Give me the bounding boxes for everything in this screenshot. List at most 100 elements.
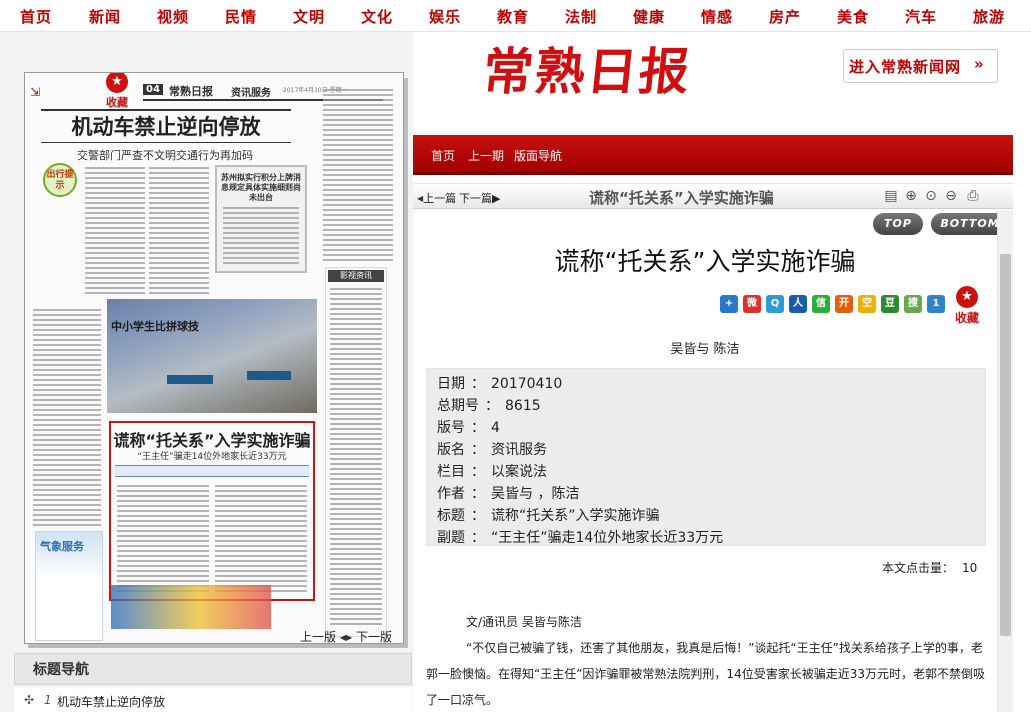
topnav-item-news[interactable]: 新闻 — [89, 6, 121, 27]
kaixin-icon[interactable]: 开 — [835, 295, 853, 313]
paper-inner-box[interactable]: 苏州拟实行积分上牌消息规定具体实施细则尚未出台 — [215, 165, 307, 273]
weibo-icon[interactable]: 微 — [743, 295, 761, 313]
meta-row-author: 作者 ： 吴皆与 ，陈洁 — [437, 483, 579, 503]
topnav-item-public-opinion[interactable]: 民情 — [225, 6, 257, 27]
top-navigation: 首页 新闻 视频 民情 文明 文化 娱乐 教育 法制 健康 情感 房产 美食 汽… — [0, 0, 1031, 32]
scroll-top-button[interactable]: TOP — [873, 213, 923, 235]
paper-ad-block[interactable]: 气象服务 — [35, 531, 103, 641]
paper-photo[interactable]: 中小学生比拼球技 — [107, 299, 317, 413]
meta-value: 以案说法 — [491, 464, 547, 480]
topnav-item-video[interactable]: 视频 — [157, 6, 189, 27]
prev-article-link[interactable]: ◀上一篇 — [417, 190, 456, 206]
article-author: 吴皆与 陈洁 — [670, 342, 740, 357]
paper-text-column — [215, 485, 307, 593]
title-navigation-item-number: 1 — [44, 693, 52, 707]
zoom-in-icon[interactable]: ⊕ — [903, 187, 919, 205]
topnav-item-civilization[interactable]: 文明 — [293, 6, 325, 27]
share-one-icon[interactable]: 1 — [927, 295, 945, 313]
tencent-weibo-icon[interactable]: Q — [766, 295, 784, 313]
issue-nav-home[interactable]: 首页 — [431, 147, 455, 164]
page-pager: 上一版 ◀▶ 下一版 — [300, 628, 392, 645]
meta-row-page-no: 版号 ： 4 — [437, 417, 500, 437]
print-icon[interactable]: ⎙ — [965, 187, 981, 205]
topnav-item-culture[interactable]: 文化 — [361, 6, 393, 27]
meta-row-title: 标题 ： 谎称“托关系”入学实施诈骗 — [437, 505, 660, 525]
list-icon[interactable]: ▤ — [883, 187, 899, 205]
paper-text-column — [149, 167, 209, 297]
paper-headline-second-sub: “王主任”骗走14位外地家长近33万元 — [137, 452, 287, 462]
topnav-item-entertainment[interactable]: 娱乐 — [429, 6, 461, 27]
meta-key: 副题 — [437, 530, 465, 546]
topnav-item-auto[interactable]: 汽车 — [905, 6, 937, 27]
meta-separator: ： — [471, 486, 485, 502]
star-icon: ★ — [956, 286, 978, 308]
prev-article-label: 上一篇 — [423, 192, 457, 205]
title-navigation-item[interactable]: ✣ 1 机动车禁止逆向停放 — [14, 686, 412, 712]
paper-bottom-ad[interactable] — [111, 585, 271, 629]
next-article-link[interactable]: 下一篇▶ — [459, 190, 500, 206]
meta-separator: ： — [471, 376, 485, 392]
favorite-label: 收藏 — [106, 96, 128, 109]
next-article-label: 下一篇 — [459, 192, 492, 205]
meta-value: 谎称“托关系”入学实施诈骗 — [491, 508, 660, 524]
triangle-right-icon[interactable]: ▶ — [346, 633, 352, 642]
wechat-icon[interactable]: 信 — [812, 295, 830, 313]
next-page-link[interactable]: 下一版 — [356, 630, 392, 644]
meta-value: 吴皆与 ，陈洁 — [491, 486, 580, 502]
topnav-item-legal[interactable]: 法制 — [565, 6, 597, 27]
paper-photo-caption: 中小学生比拼球技 — [111, 320, 199, 333]
topnav-item-food[interactable]: 美食 — [837, 6, 869, 27]
topnav-item-health[interactable]: 健康 — [633, 6, 665, 27]
zoom-out-icon[interactable]: ⊖ — [943, 187, 959, 205]
meta-row-subtitle: 副题 ： “王主任”骗走14位外地家长近33万元 — [437, 527, 723, 547]
topnav-item-realestate[interactable]: 房产 — [769, 6, 801, 27]
issue-nav-previous-issue[interactable]: 上一期 — [468, 147, 504, 164]
article-scrollbar[interactable] — [997, 210, 1013, 712]
douban-icon[interactable]: 豆 — [881, 295, 899, 313]
topnav-item-home[interactable]: 首页 — [20, 6, 52, 27]
qzone-icon[interactable]: 空 — [858, 295, 876, 313]
title-navigation-item-title[interactable]: 机动车禁止逆向停放 — [57, 693, 165, 710]
expand-arrow-icon[interactable]: ⇲ — [30, 85, 40, 99]
masthead: 常熟日报 进入常熟新闻网 » — [413, 32, 1013, 135]
prev-page-link[interactable]: 上一版 — [300, 630, 336, 644]
issue-navigation-bar: 首页 上一期 版面导航 — [413, 135, 1013, 175]
paper-text-column — [323, 89, 393, 264]
meta-separator: ： — [471, 508, 485, 524]
paper-selected-article-area[interactable]: 谎称“托关系”入学实施诈骗 “王主任”骗走14位外地家长近33万元 — [109, 421, 315, 601]
paper-headline-main[interactable]: 机动车禁止逆向停放 — [41, 109, 291, 143]
article-toolbar: ◀上一篇 下一篇▶ 谎称“托关系”入学实施诈骗 ▤ ⊕ ⊙ ⊖ ⎙ — [413, 183, 1013, 209]
paper-movie-header: 影视资讯 — [328, 270, 384, 282]
enter-news-site-label: 进入常熟新闻网 — [849, 58, 962, 76]
paper-blue-band — [115, 465, 309, 477]
topnav-item-travel[interactable]: 旅游 — [973, 6, 1005, 27]
title-navigation-heading: 标题导航 — [33, 662, 89, 678]
topnav-item-education[interactable]: 教育 — [497, 6, 529, 27]
paper-text-column — [85, 167, 145, 297]
double-chevron-right-icon: » — [974, 55, 985, 73]
meta-key: 总期号 — [437, 398, 479, 414]
topnav-item-emotion[interactable]: 情感 — [701, 6, 733, 27]
zoom-reset-icon[interactable]: ⊙ — [923, 187, 939, 205]
toolbar-article-title: 谎称“托关系”入学实施诈骗 — [589, 189, 774, 207]
issue-nav-page-guide[interactable]: 版面导航 — [514, 147, 562, 164]
favorite-button[interactable]: ★ 收藏 — [100, 73, 134, 111]
meta-value: 20170410 — [491, 376, 563, 392]
share-plus-icon[interactable]: + — [720, 295, 738, 313]
sohu-icon[interactable]: 搜 — [904, 295, 922, 313]
triangle-right-icon: ▶ — [492, 192, 501, 205]
meta-value: “王主任”骗走14位外地家长近33万元 — [491, 530, 724, 546]
meta-row-page-name: 版名 ： 资讯服务 — [437, 439, 547, 459]
meta-separator: ： — [485, 398, 499, 414]
pingpong-table-shape — [247, 371, 291, 380]
renren-icon[interactable]: 人 — [789, 295, 807, 313]
enter-news-site-button[interactable]: 进入常熟新闻网 » — [843, 49, 998, 83]
article-meta-box: 日期 ： 20170410 总期号 ： 8615 版号 ： 4 版名 ： 资讯服务 栏目 ： 以案说… — [426, 368, 986, 546]
scrollbar-thumb[interactable] — [1000, 254, 1011, 636]
newspaper-page-image[interactable]: ⇲ ★ 收藏 04 常熟日报 资讯服务 2017年4月10日 星期一 机动车禁止… — [24, 72, 404, 644]
bullet-icon: ✣ — [24, 693, 35, 707]
meta-separator: ： — [471, 420, 485, 436]
article-favorite-button[interactable]: ★ 收藏 — [950, 286, 984, 326]
paper-movie-block[interactable]: 影视资讯 — [325, 267, 387, 637]
meta-separator: ： — [471, 442, 485, 458]
